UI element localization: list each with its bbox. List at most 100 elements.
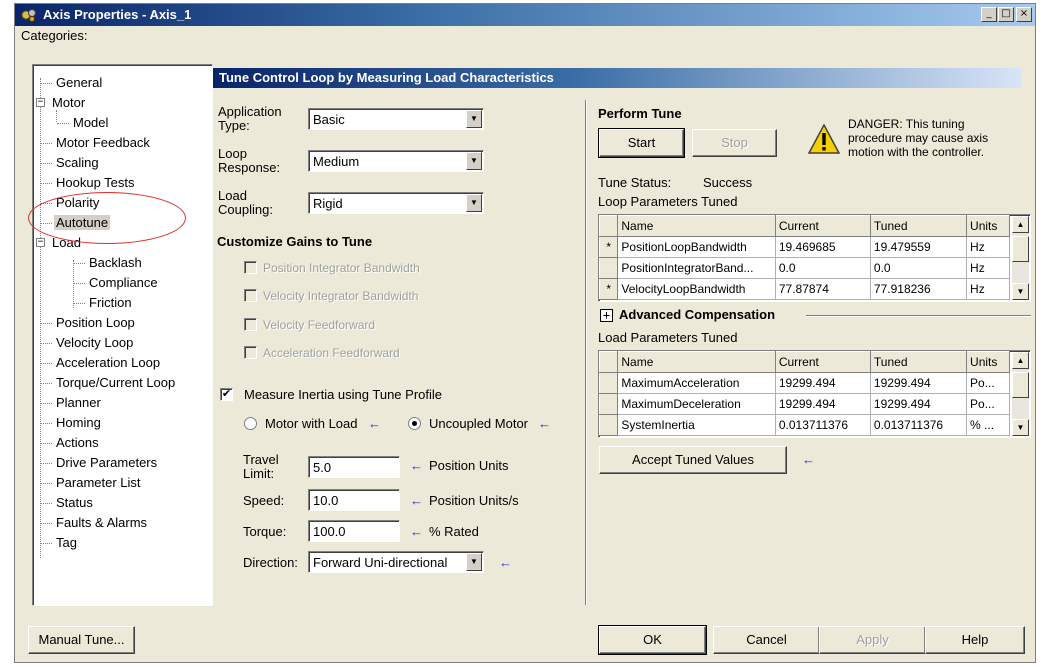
scroll-down-icon[interactable]: ▼	[1012, 419, 1029, 436]
tree-item-torque-current-loop[interactable]: Torque/Current Loop	[56, 375, 175, 390]
tree-item-acceleration-loop[interactable]: Acceleration Loop	[56, 355, 160, 370]
travel-limit-input[interactable]: 5.0	[308, 456, 400, 478]
torque-units: % Rated	[429, 524, 479, 539]
loop-params-scrollbar[interactable]: ▲ ▼	[1012, 216, 1029, 300]
tune-status-label: Tune Status:	[598, 175, 672, 190]
chevron-down-icon[interactable]: ▼	[466, 152, 482, 170]
velocity-feedforward-checkbox[interactable]	[244, 318, 257, 331]
travel-limit-label-1: Travel	[243, 452, 279, 467]
tree-item-scaling[interactable]: Scaling	[56, 155, 99, 170]
table-row[interactable]: PositionIntegratorBand... 0.0 0.0 Hz	[598, 257, 1010, 279]
scroll-up-icon[interactable]: ▲	[1012, 352, 1029, 369]
advanced-compensation-label[interactable]: Advanced Compensation	[619, 308, 775, 322]
close-button[interactable]: ×	[1016, 7, 1032, 22]
axis-properties-window: Axis Properties - Axis_1 _ □ × Categorie…	[14, 3, 1036, 663]
velocity-integrator-checkbox[interactable]	[244, 289, 257, 302]
tree-item-drive-parameters[interactable]: Drive Parameters	[56, 455, 157, 470]
axis-app-icon	[21, 9, 36, 22]
motor-with-load-radio[interactable]	[244, 417, 257, 430]
speed-input[interactable]: 10.0	[308, 489, 400, 511]
motor-with-load-label: Motor with Load	[265, 416, 358, 431]
scroll-down-icon[interactable]: ▼	[1012, 283, 1029, 300]
tree-item-planner[interactable]: Planner	[56, 395, 101, 410]
motor-collapse-icon[interactable]: −	[36, 98, 45, 107]
blue-arrow-icon: ←	[410, 493, 423, 508]
load-coupling-value: Rigid	[313, 196, 343, 211]
tree-item-parameter-list[interactable]: Parameter List	[56, 475, 141, 490]
loop-response-select[interactable]: Medium ▼	[308, 150, 484, 172]
table-row[interactable]: SystemInertia 0.013711376 0.013711376 % …	[598, 414, 1010, 436]
application-type-select[interactable]: Basic ▼	[308, 108, 484, 130]
tree-item-motor-feedback[interactable]: Motor Feedback	[56, 135, 150, 150]
load-params-grid[interactable]: Name Current Tuned Units MaximumAccelera…	[598, 350, 1031, 438]
chevron-down-icon[interactable]: ▼	[466, 194, 482, 212]
title-bar: Axis Properties - Axis_1 _ □ ×	[15, 4, 1035, 26]
tree-item-actions[interactable]: Actions	[56, 435, 99, 450]
customize-gains-title: Customize Gains to Tune	[217, 234, 373, 249]
measure-inertia-checkbox[interactable]: ✔	[220, 388, 233, 401]
help-button[interactable]: Help	[925, 626, 1025, 654]
chevron-down-icon[interactable]: ▼	[466, 110, 482, 128]
tree-item-general[interactable]: General	[56, 75, 102, 90]
tree-item-position-loop[interactable]: Position Loop	[56, 315, 135, 330]
accept-tuned-values-button[interactable]: Accept Tuned Values	[599, 446, 787, 474]
col-current-header[interactable]: Current	[774, 351, 871, 373]
tree-item-faults-alarms[interactable]: Faults & Alarms	[56, 515, 147, 530]
manual-tune-button[interactable]: Manual Tune...	[28, 626, 135, 654]
tune-status-value: Success	[703, 175, 753, 190]
tree-item-homing[interactable]: Homing	[56, 415, 101, 430]
highlight-ellipse-annotation	[28, 192, 186, 244]
col-tuned-header[interactable]: Tuned	[869, 351, 968, 373]
advanced-divider	[806, 315, 1031, 317]
tree-item-backlash[interactable]: Backlash	[89, 255, 142, 270]
danger-warning-text: DANGER: This tuning procedure may cause …	[848, 117, 989, 159]
scroll-thumb[interactable]	[1012, 372, 1029, 398]
uncoupled-motor-radio[interactable]	[408, 417, 421, 430]
apply-button[interactable]: Apply	[819, 626, 926, 654]
tree-item-hookup-tests[interactable]: Hookup Tests	[56, 175, 135, 190]
minimize-button[interactable]: _	[981, 7, 997, 22]
table-row[interactable]: * PositionLoopBandwidth 19.469685 19.479…	[598, 236, 1010, 258]
chevron-down-icon[interactable]: ▼	[466, 553, 482, 571]
checkmark-icon: ✔	[221, 388, 232, 400]
loop-params-grid[interactable]: Name Current Tuned Units * PositionLoopB…	[598, 214, 1031, 302]
blue-arrow-icon: ←	[368, 416, 381, 431]
load-coupling-label-2: Coupling:	[218, 202, 273, 217]
col-current-header[interactable]: Current	[774, 215, 871, 237]
advanced-expand-icon[interactable]: +	[600, 309, 613, 322]
blue-arrow-icon: ←	[410, 458, 423, 473]
position-integrator-checkbox[interactable]	[244, 261, 257, 274]
load-collapse-icon[interactable]: −	[36, 238, 45, 247]
acceleration-feedforward-checkbox[interactable]	[244, 346, 257, 359]
application-type-value: Basic	[313, 112, 345, 127]
col-tuned-header[interactable]: Tuned	[869, 215, 968, 237]
table-row[interactable]: MaximumAcceleration 19299.494 19299.494 …	[598, 372, 1010, 394]
direction-select[interactable]: Forward Uni-directional ▼	[308, 551, 484, 573]
col-units-header[interactable]: Units	[966, 351, 1010, 373]
load-coupling-select[interactable]: Rigid ▼	[308, 192, 484, 214]
load-params-scrollbar[interactable]: ▲ ▼	[1012, 352, 1029, 436]
maximize-button[interactable]: □	[998, 7, 1014, 22]
stop-button[interactable]: Stop	[692, 129, 777, 157]
table-row[interactable]: MaximumDeceleration 19299.494 19299.494 …	[598, 393, 1010, 415]
tree-item-compliance[interactable]: Compliance	[89, 275, 158, 290]
tree-item-tag[interactable]: Tag	[56, 535, 77, 550]
table-row[interactable]: * VelocityLoopBandwidth 77.87874 77.9182…	[598, 278, 1010, 300]
start-button[interactable]: Start	[598, 128, 685, 158]
speed-units: Position Units/s	[429, 493, 519, 508]
velocity-integrator-label: Velocity Integrator Bandwidth	[263, 289, 419, 303]
tree-item-status[interactable]: Status	[56, 495, 93, 510]
tree-item-model[interactable]: Model	[73, 115, 108, 130]
scroll-up-icon[interactable]: ▲	[1012, 216, 1029, 233]
tree-item-velocity-loop[interactable]: Velocity Loop	[56, 335, 133, 350]
ok-button[interactable]: OK	[598, 625, 707, 655]
travel-limit-units: Position Units	[429, 458, 509, 473]
cancel-button[interactable]: Cancel	[713, 626, 820, 654]
tree-item-friction[interactable]: Friction	[89, 295, 132, 310]
col-name-header[interactable]: Name	[617, 351, 776, 373]
torque-input[interactable]: 100.0	[308, 520, 400, 542]
tree-item-motor[interactable]: Motor	[52, 95, 85, 110]
scroll-thumb[interactable]	[1012, 236, 1029, 262]
col-units-header[interactable]: Units	[966, 215, 1010, 237]
col-name-header[interactable]: Name	[617, 215, 776, 237]
